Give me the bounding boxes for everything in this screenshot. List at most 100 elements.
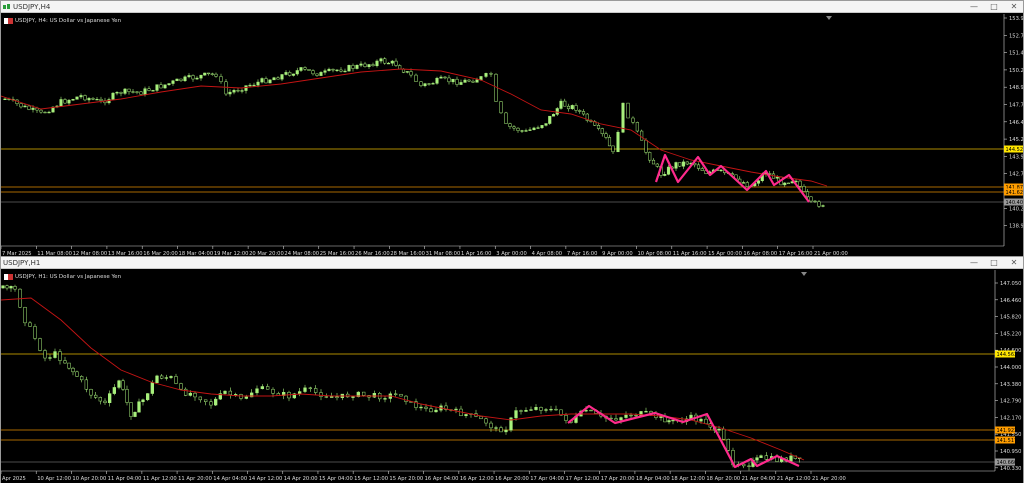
- candle-body: [28, 322, 32, 327]
- price-label: 145.220: [1000, 331, 1021, 337]
- candle-body: [516, 127, 520, 131]
- candle-body: [272, 77, 276, 81]
- minimize-button[interactable]: —: [969, 1, 979, 13]
- candle-body: [150, 382, 154, 394]
- candle-body: [191, 75, 195, 80]
- candle-body: [783, 182, 787, 186]
- price-tag-label: 140.660: [997, 460, 1018, 466]
- candle-body: [722, 428, 726, 440]
- candle-body: [745, 182, 749, 187]
- candle-body: [236, 90, 240, 92]
- candle-body: [390, 60, 394, 64]
- minimize-button[interactable]: —: [969, 257, 979, 269]
- candle-body: [655, 163, 659, 167]
- chart-window-h1[interactable]: USDJPY,H1 — □ ✕ USDJPY, H1: US Dollar vs…: [0, 256, 1024, 483]
- candle-body: [198, 396, 202, 401]
- candle-body: [759, 455, 763, 458]
- candle-body: [755, 457, 759, 461]
- candle-body: [119, 92, 123, 94]
- candle-body: [404, 395, 408, 402]
- candle-body: [84, 379, 88, 390]
- candle-body: [798, 180, 802, 187]
- close-button[interactable]: ✕: [1009, 1, 1019, 13]
- candle-body: [260, 78, 264, 83]
- candle-body: [463, 79, 467, 83]
- candle-body: [43, 111, 47, 114]
- candle-body: [31, 107, 35, 110]
- candle-body: [379, 58, 383, 62]
- candle-body: [512, 126, 516, 129]
- candle-body: [291, 73, 296, 76]
- date-label: 17 Apr 04:00: [530, 476, 564, 482]
- candle-body: [504, 429, 508, 433]
- date-label: 21 Apr 12:00: [777, 476, 811, 482]
- date-label: 14 Apr 20:00: [284, 476, 318, 482]
- candle-body: [284, 72, 288, 75]
- candle-body: [248, 84, 252, 87]
- candle-body: [524, 410, 528, 412]
- candle-body: [631, 117, 635, 123]
- price-chart-h4[interactable]: USDJPY, H4: US Dollar vs Japanese Yen 15…: [1, 14, 1023, 256]
- candle-body: [549, 408, 553, 411]
- candle-body: [566, 105, 571, 110]
- candle-body: [315, 73, 319, 76]
- price-tag-label: 141.62: [1006, 190, 1024, 196]
- candle-body: [268, 79, 272, 84]
- maximize-button[interactable]: □: [989, 1, 999, 13]
- candle-body: [308, 387, 312, 389]
- candle-body: [741, 182, 746, 184]
- price-label: 140.23: [1009, 206, 1023, 212]
- zigzag-pattern: [567, 404, 800, 469]
- candle-body: [514, 410, 518, 419]
- date-label: 17 Apr 20:00: [601, 476, 635, 482]
- window-titlebar[interactable]: USDJPY,H1 — □ ✕: [1, 257, 1023, 269]
- price-label: 140.950: [1000, 449, 1021, 455]
- candle-body: [443, 76, 447, 79]
- candle-body: [611, 145, 615, 153]
- date-label: 10 Apr 12:00: [37, 476, 71, 482]
- candle-body: [471, 80, 475, 83]
- candle-body: [484, 73, 488, 77]
- candle-body: [604, 133, 608, 138]
- close-button[interactable]: ✕: [1009, 257, 1019, 269]
- candle-body: [635, 122, 639, 132]
- price-tag-label: 141.517: [997, 438, 1018, 444]
- candle-body: [351, 65, 355, 69]
- chart-window-h4[interactable]: USDJPY,H4 — □ ✕ USDJPY, H4: US Dollar vs…: [0, 0, 1024, 256]
- candle-body: [629, 414, 633, 417]
- maximize-button[interactable]: □: [989, 257, 999, 269]
- candle-body: [375, 60, 379, 67]
- candle-body: [699, 418, 703, 422]
- price-label: 148.98: [1009, 85, 1023, 91]
- candle-body: [355, 65, 359, 69]
- price-label: 146.460: [1000, 298, 1021, 304]
- h1-plot: 147.050146.460145.820145.220144.600144.0…: [1, 270, 1021, 482]
- price-label: 146.48: [1009, 120, 1023, 126]
- candle-body: [115, 92, 119, 94]
- candle-body: [139, 91, 143, 95]
- candle-body: [58, 351, 62, 361]
- date-label: 18 Apr 20:00: [706, 476, 740, 482]
- candle-body: [311, 70, 315, 75]
- moving-average-line: [1, 297, 805, 461]
- candle-body: [717, 428, 721, 431]
- candle-body: [424, 406, 428, 409]
- candle-body: [214, 73, 218, 77]
- candle-body: [821, 205, 825, 207]
- candle-body: [71, 99, 75, 101]
- candle-body: [131, 91, 135, 93]
- candle-body: [383, 58, 387, 64]
- window-titlebar[interactable]: USDJPY,H4 — □ ✕: [1, 1, 1023, 13]
- candle-body: [188, 392, 192, 396]
- candle-body: [455, 78, 459, 85]
- flag-icon: [4, 274, 13, 280]
- candle-body: [83, 95, 87, 101]
- candle-body: [164, 377, 168, 379]
- candle-body: [464, 414, 468, 417]
- price-chart-h1[interactable]: USDJPY, H1: US Dollar vs Japanese Yen 14…: [1, 270, 1023, 483]
- candle-body: [648, 152, 652, 161]
- candle-body: [335, 69, 339, 72]
- candle-body: [347, 65, 351, 72]
- date-label: 17 Apr 12:00: [565, 476, 599, 482]
- candle-body: [319, 392, 323, 397]
